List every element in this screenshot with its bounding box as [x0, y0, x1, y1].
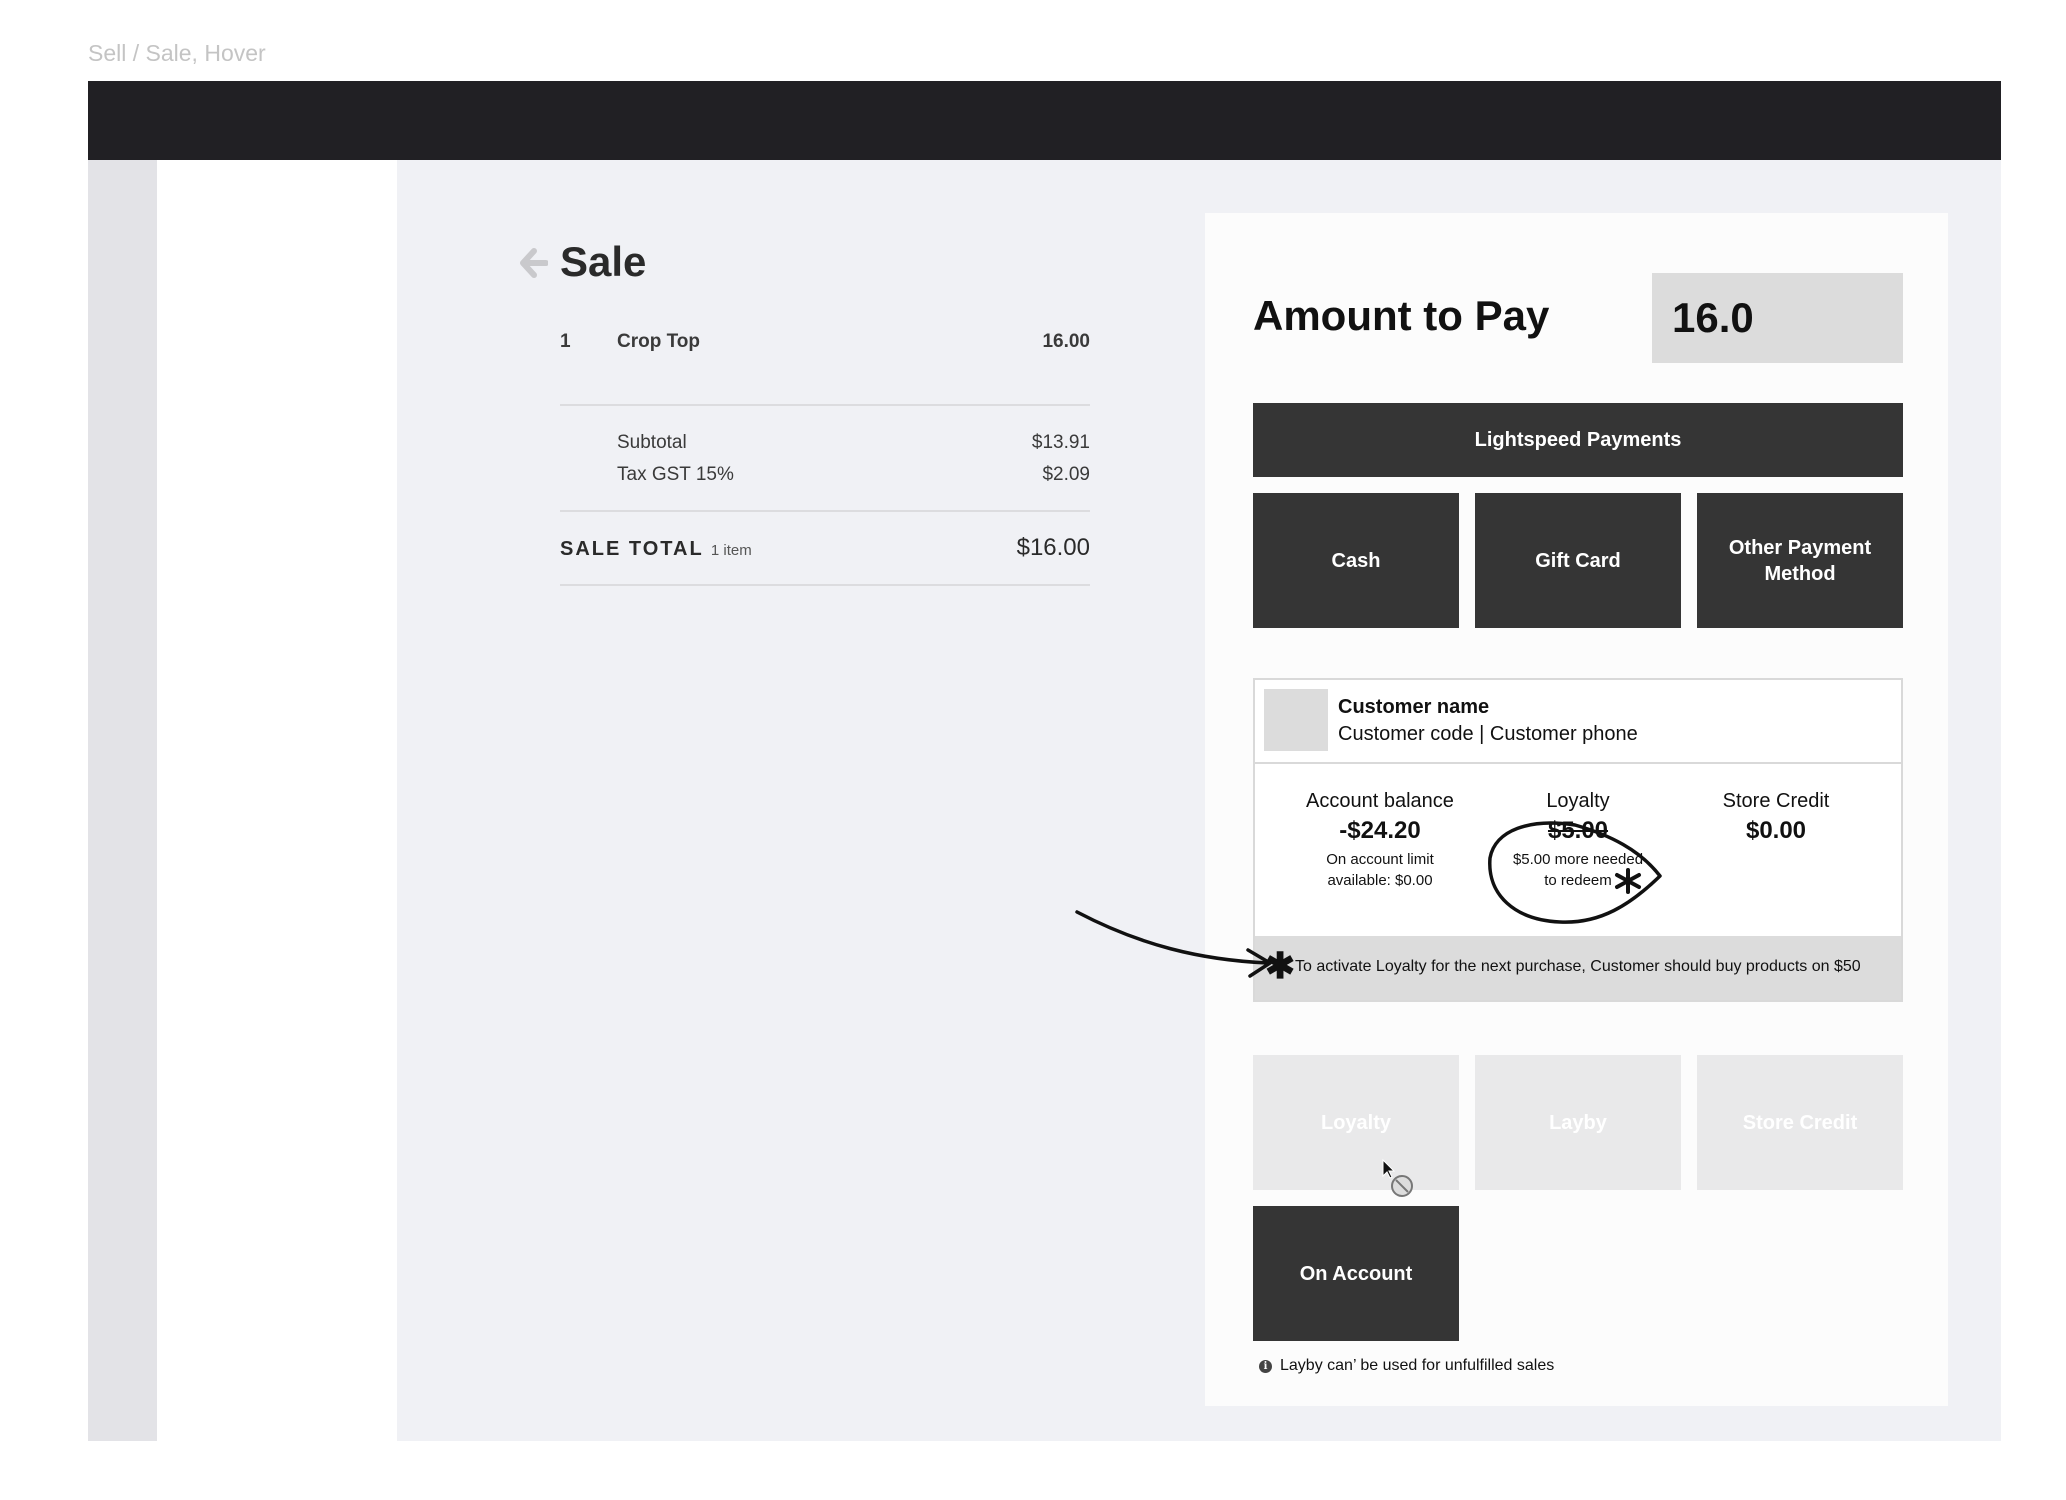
top-bar: [88, 81, 2001, 160]
amount-to-pay-title: Amount to Pay: [1253, 292, 1550, 339]
cash-button[interactable]: Cash: [1253, 493, 1459, 628]
loyalty-stat: Loyalty $5.00 $5.00 more needed to redee…: [1478, 790, 1678, 891]
loyalty-note-2: to redeem: [1544, 872, 1612, 889]
line-item-price: 16.00: [1042, 331, 1090, 352]
subtotal-value: $13.91: [1031, 432, 1090, 453]
customer-name: Customer name: [1338, 696, 1490, 718]
account-limit-note-2: available: $0.00: [1327, 872, 1433, 889]
account-limit-note-1: On account limit: [1326, 851, 1434, 868]
divider: [560, 584, 1090, 586]
gift-card-button[interactable]: Gift Card: [1475, 493, 1681, 628]
tax-value: $2.09: [1042, 464, 1090, 485]
line-item-name[interactable]: Crop Top: [617, 331, 700, 353]
line-item-qty: 1: [560, 331, 571, 352]
loyalty-banner-text: To activate Loyalty for the next purchas…: [1295, 958, 1861, 975]
store-credit-stat: Store Credit $0.00: [1676, 790, 1876, 845]
loyalty-button[interactable]: Loyalty: [1253, 1055, 1459, 1190]
on-account-button[interactable]: On Account: [1253, 1206, 1459, 1341]
frame-label: Sell / Sale, Hover: [88, 40, 266, 66]
account-balance-value: -$24.20: [1339, 817, 1421, 844]
info-icon: i: [1259, 1359, 1272, 1373]
store-credit-button[interactable]: Store Credit: [1697, 1055, 1903, 1190]
info-note-text: Layby can’ be used for unfulfilled sales: [1280, 1357, 1555, 1374]
customer-avatar: [1264, 689, 1328, 751]
store-credit-label: Store Credit: [1722, 790, 1830, 812]
customer-divider: [1253, 762, 1903, 764]
back-arrow-icon[interactable]: [518, 246, 548, 280]
layby-button[interactable]: Layby: [1475, 1055, 1681, 1190]
lightspeed-payments-button[interactable]: Lightspeed Payments: [1253, 403, 1903, 477]
other-payment-method-button[interactable]: Other Payment Method: [1697, 493, 1903, 628]
loyalty-banner: ✱ To activate Loyalty for the next purch…: [1255, 936, 1901, 1000]
not-allowed-cursor-icon: [1382, 1158, 1413, 1197]
sale-total-count: 1 item: [710, 542, 752, 559]
divider: [560, 510, 1090, 512]
loyalty-note-1: $5.00 more needed: [1512, 851, 1644, 868]
side-nav: [157, 160, 397, 1441]
customer-sub: Customer code | Customer phone: [1338, 723, 1638, 745]
loyalty-label: Loyalty: [1546, 790, 1610, 812]
subtotal-label: Subtotal: [617, 432, 687, 453]
account-balance-stat: Account balance -$24.20 On account limit…: [1280, 790, 1480, 891]
tax-label: Tax GST 15%: [617, 464, 734, 485]
sale-total-label: SALE TOTAL 1 item: [560, 538, 752, 561]
amount-input[interactable]: [1652, 273, 1903, 363]
asterisk-icon: ✱: [1265, 945, 1296, 986]
loyalty-value: $5.00: [1547, 817, 1609, 844]
store-credit-value: $0.00: [1745, 817, 1807, 844]
left-rail: [88, 160, 157, 1441]
account-balance-label: Account balance: [1306, 790, 1454, 812]
sale-total-value: $16.00: [1016, 534, 1090, 561]
info-note: i Layby can’ be used for unfulfilled sal…: [1259, 1357, 1554, 1375]
sale-total-text: SALE TOTAL: [560, 538, 704, 560]
divider: [560, 404, 1090, 406]
sale-title: Sale: [560, 238, 647, 285]
